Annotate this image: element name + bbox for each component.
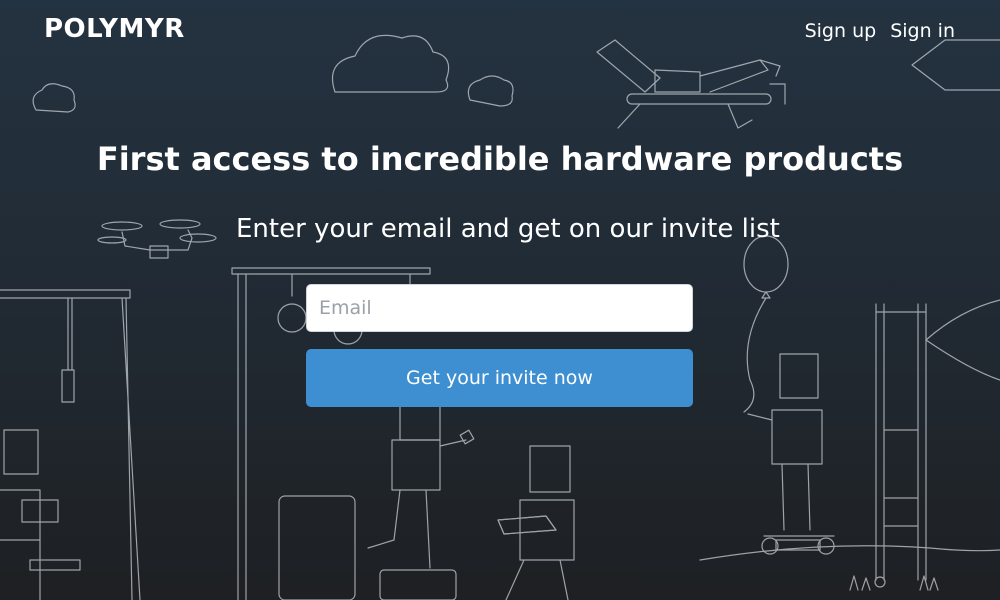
brand-logo[interactable]: POLYMYR xyxy=(44,14,185,44)
signpost-icon xyxy=(912,40,1000,90)
cloud-icon xyxy=(33,84,75,112)
sign-in-link[interactable]: Sign in xyxy=(890,20,955,42)
ladder-icon xyxy=(876,304,926,580)
balloon-icon xyxy=(744,236,788,412)
hoverboard-icon xyxy=(762,536,834,554)
person-figure xyxy=(368,400,474,600)
person-figure xyxy=(0,430,58,600)
person-figure xyxy=(498,446,574,600)
sign-up-link[interactable]: Sign up xyxy=(805,20,877,42)
get-invite-button[interactable]: Get your invite now xyxy=(306,349,693,407)
person-figure xyxy=(748,354,822,530)
drone-icon xyxy=(98,220,216,258)
tablet-icon xyxy=(498,516,556,534)
ground-line xyxy=(700,300,1000,560)
cloud-icon xyxy=(333,35,449,92)
page-headline: First access to incredible hardware prod… xyxy=(96,140,904,178)
pen-tool-icon xyxy=(597,40,785,128)
swing-icon xyxy=(0,290,140,600)
top-nav: Sign up Sign in xyxy=(805,20,955,42)
cloud-icon xyxy=(468,76,513,106)
email-input[interactable] xyxy=(306,284,693,332)
page-subheadline: Enter your email and get on our invite l… xyxy=(236,214,780,244)
grass-icon xyxy=(850,576,938,590)
box-icon xyxy=(279,496,355,600)
